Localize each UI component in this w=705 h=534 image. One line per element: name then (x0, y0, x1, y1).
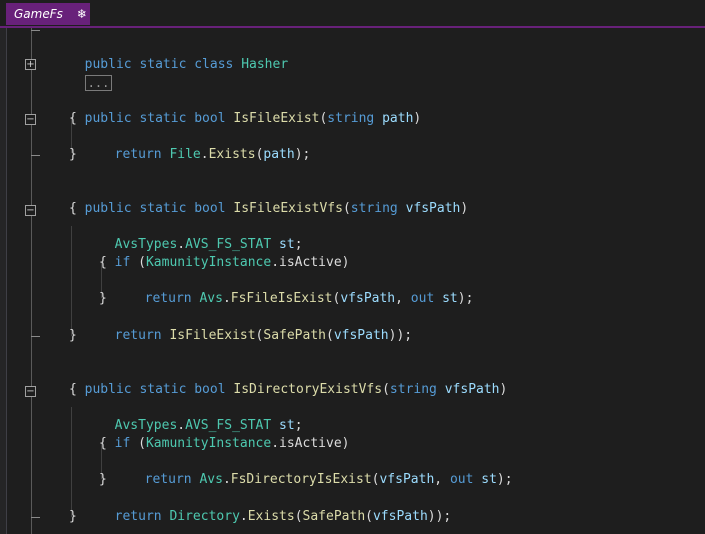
indent-guide (71, 226, 72, 336)
code-line[interactable]: } (69, 327, 77, 345)
code-token: } (69, 147, 77, 162)
collapsed-region[interactable]: ... (84, 74, 113, 91)
code-token: Exists (208, 147, 256, 162)
code-line-collapsed[interactable]: ... (69, 56, 113, 91)
code-line[interactable]: if (KamunityInstance.isActive) (99, 236, 350, 270)
code-token: return (144, 291, 192, 306)
code-line[interactable]: return Directory.Exists(SafePath(vfsPath… (99, 490, 452, 524)
code-token: } (99, 291, 107, 306)
code-token: } (69, 328, 77, 343)
code-line[interactable]: } (69, 146, 77, 164)
outlining-rail (31, 28, 32, 534)
code-token: } (99, 472, 107, 487)
code-line[interactable]: return Avs.FsDirectoryIsExist(vfsPath, o… (129, 453, 513, 487)
code-token: { (69, 201, 77, 216)
code-token: IsDirectoryExistVfs (233, 382, 383, 397)
code-line[interactable]: if (KamunityInstance.isActive) (99, 417, 350, 451)
code-line-class[interactable]: public static class Hasher (69, 38, 289, 72)
code-token: vfsPath (333, 328, 389, 343)
code-token: return (114, 147, 162, 162)
code-token: File (169, 147, 201, 162)
code-token: vfsPath (444, 382, 500, 397)
collapse-toggle[interactable]: − (25, 386, 36, 397)
indent-guide (71, 407, 72, 517)
code-token: { (99, 436, 107, 451)
code-token: Exists (247, 509, 295, 524)
code-token: KamunityInstance (145, 255, 272, 270)
code-token: FsFileIsExist (230, 291, 333, 306)
tab-underline (0, 26, 705, 28)
code-line[interactable]: return IsFileExist(SafePath(vfsPath)); (99, 309, 412, 343)
code-token: return (144, 472, 192, 487)
code-token: vfsPath (379, 472, 435, 487)
code-token: string (389, 382, 437, 397)
code-line[interactable]: } (99, 290, 107, 308)
code-line[interactable]: return Avs.FsFileIsExist(vfsPath, out st… (129, 272, 474, 306)
code-line-method-signature[interactable]: public static bool IsFileExistVfs(string… (69, 182, 469, 216)
tab-gamefs[interactable]: GameFs ❄ (6, 3, 90, 25)
code-token: { (69, 382, 77, 397)
code-token: out (449, 472, 474, 487)
code-line[interactable]: } (69, 508, 77, 526)
code-token: string (350, 201, 398, 216)
code-token: Hasher (241, 57, 289, 72)
code-token: } (69, 509, 77, 524)
code-line[interactable]: AvsTypes.AVS_FS_STAT st; (99, 218, 303, 252)
code-line[interactable]: return File.Exists(path); (99, 128, 311, 162)
fold-tick (31, 517, 40, 518)
code-token: public static bool (84, 201, 226, 216)
code-line[interactable]: { (99, 435, 107, 453)
code-token: return (114, 328, 162, 343)
code-line-method-signature[interactable]: public static bool IsDirectoryExistVfs(s… (69, 363, 508, 397)
code-token: Directory (169, 509, 240, 524)
fold-tick (31, 336, 40, 337)
code-token: return (114, 509, 162, 524)
code-token: vfsPath (340, 291, 396, 306)
code-line[interactable]: } (99, 471, 107, 489)
code-token: st (481, 472, 497, 487)
code-token: out (410, 291, 435, 306)
expand-toggle[interactable]: + (25, 59, 36, 70)
code-line[interactable]: { (69, 110, 77, 128)
code-token: isActive (279, 255, 342, 270)
fold-tick (31, 155, 40, 156)
code-line[interactable]: { (69, 200, 77, 218)
collapse-toggle[interactable]: − (25, 114, 36, 125)
code-token: { (69, 111, 77, 126)
code-token: Avs (199, 472, 223, 487)
code-token: public static bool (84, 382, 226, 397)
code-token: vfsPath (372, 509, 428, 524)
code-token: Avs (199, 291, 223, 306)
code-token: isActive (279, 436, 342, 451)
code-token: IsFileExist (169, 328, 256, 343)
code-token: if (114, 436, 131, 451)
code-token: IsFileExist (233, 111, 320, 126)
code-line[interactable]: AvsTypes.AVS_FS_STAT st; (99, 399, 303, 433)
code-token: IsFileExistVfs (233, 201, 343, 216)
code-token: { (99, 255, 107, 270)
code-line[interactable]: { (69, 381, 77, 399)
code-line-method-signature[interactable]: public static bool IsFileExist(string pa… (69, 92, 422, 126)
code-token: public static bool (84, 111, 226, 126)
code-token: st (442, 291, 458, 306)
tab-label: GameFs (14, 7, 63, 21)
code-line[interactable]: { (99, 254, 107, 272)
code-token: if (114, 255, 131, 270)
code-token: SafePath (302, 509, 366, 524)
code-token: path (382, 111, 414, 126)
code-token: vfsPath (405, 201, 461, 216)
code-token: string (327, 111, 375, 126)
code-token: FsDirectoryIsExist (230, 472, 372, 487)
code-token: KamunityInstance (145, 436, 272, 451)
margin-divider (6, 28, 7, 534)
tab-bar: GameFs ❄ (0, 0, 705, 28)
code-token: path (263, 147, 295, 162)
code-token: SafePath (263, 328, 326, 343)
fold-tick (31, 30, 40, 31)
collapse-toggle[interactable]: − (25, 205, 36, 216)
pin-icon[interactable]: ❄ (77, 7, 87, 21)
